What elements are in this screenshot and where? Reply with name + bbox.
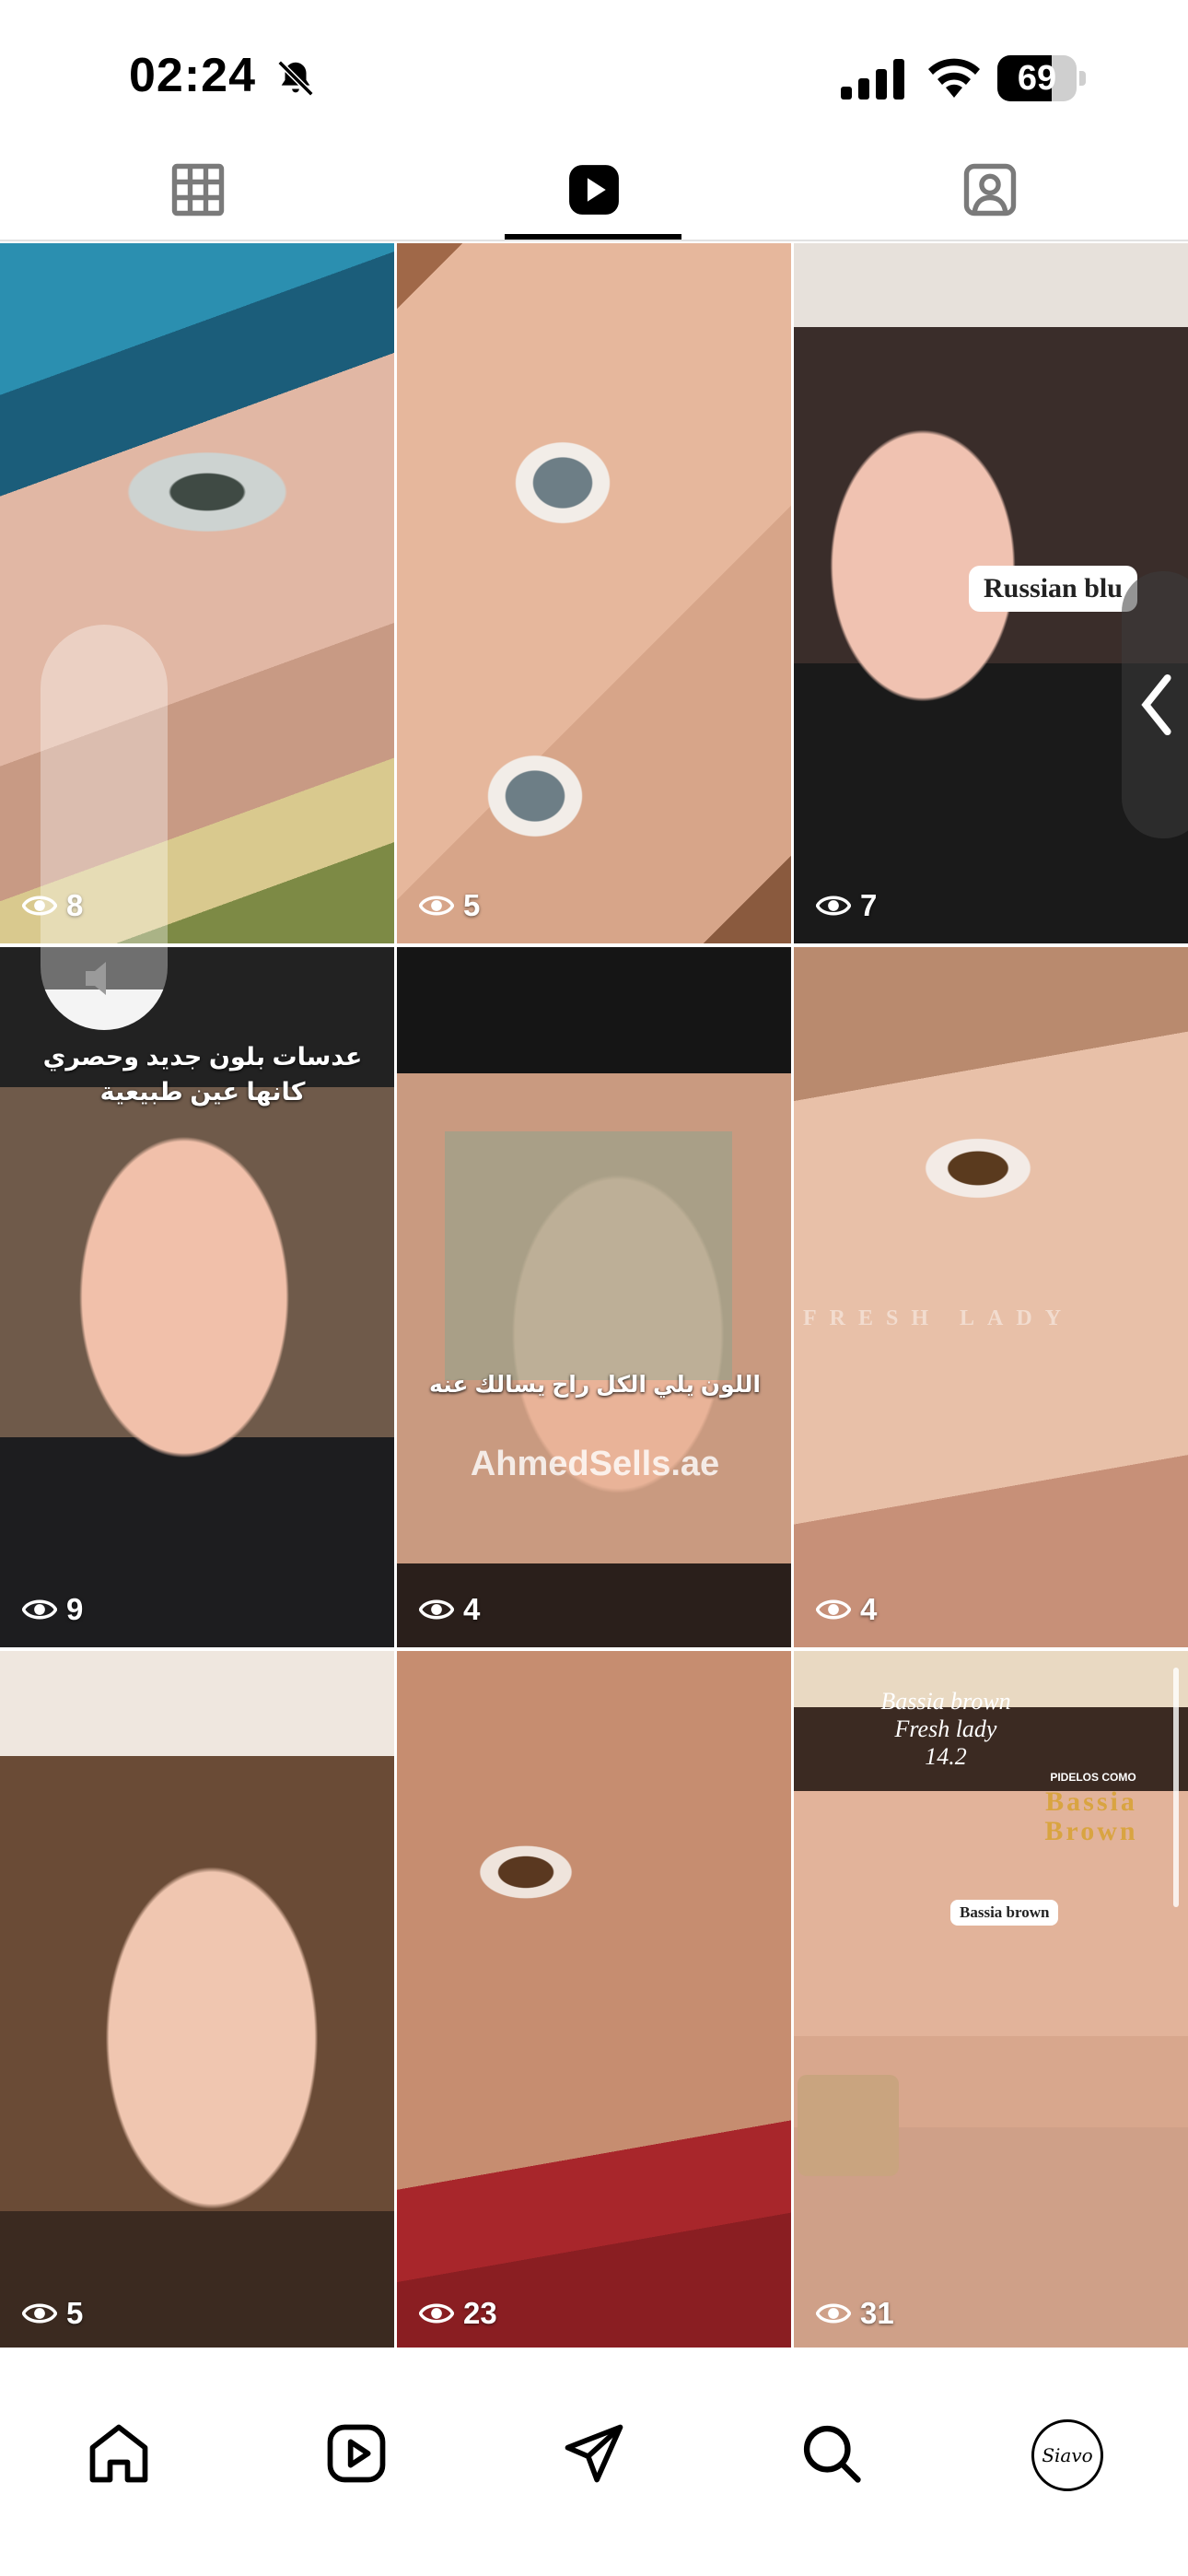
nav-messages[interactable]: [553, 2412, 635, 2495]
view-count: 23: [419, 2296, 497, 2331]
view-count: 9: [22, 1592, 83, 1627]
reels-icon: [569, 165, 619, 215]
search-icon: [803, 2425, 861, 2483]
battery-indicator: 69: [997, 55, 1086, 101]
battery-cap: [1079, 71, 1086, 86]
view-count-value: 5: [463, 888, 481, 922]
eye-icon: [419, 1599, 454, 1620]
reel-caption: Bassia brown Fresh lady 14.2: [831, 1688, 1061, 1771]
view-count: 5: [22, 2296, 83, 2331]
reel-caption: اللون يلي الكل راح يسالك عنه: [429, 1372, 761, 1398]
reel-tile[interactable]: 5: [397, 243, 791, 943]
view-count: 7: [816, 888, 877, 923]
reel-tile[interactable]: Bassia brown Fresh lady 14.2 PIDELOS COM…: [794, 1651, 1188, 2351]
reel-tile[interactable]: 5: [0, 1651, 394, 2351]
view-count: 31: [816, 2296, 894, 2331]
nav-reels[interactable]: [315, 2412, 398, 2495]
reel-thumbnail: [0, 1651, 394, 2351]
eye-icon: [22, 2303, 57, 2324]
view-count: 5: [419, 888, 480, 923]
bell-muted-icon: [277, 60, 314, 97]
reel-tile[interactable]: FRESH LADY 4: [794, 947, 1188, 1647]
reels-grid: 8 5 Russian blu 7 عدسات بلون جديد وحصري …: [0, 243, 1188, 2351]
nav-profile-avatar[interactable]: Siavo: [1031, 2419, 1103, 2491]
clock: 02:24: [129, 49, 256, 102]
status-bar: 02:24 69: [0, 0, 1188, 138]
view-count-value: 4: [860, 1592, 878, 1626]
brand-name: Bassia Brown: [1013, 1787, 1170, 1846]
watermark-text: AhmedSells.ae: [470, 1445, 720, 1483]
caption-line: عدسات بلون جديد وحصري: [42, 1043, 363, 1071]
eye-icon: [22, 1599, 57, 1620]
tab-tagged[interactable]: [792, 138, 1188, 241]
edge-panel-handle[interactable]: [1122, 571, 1188, 838]
caption-line: 14.2: [925, 1743, 967, 1770]
brand-line: Bassia: [1045, 1786, 1137, 1817]
profile-tabs: [0, 138, 1188, 241]
tab-grid[interactable]: [0, 138, 396, 241]
view-count: 4: [816, 1592, 877, 1627]
view-count: 4: [419, 1592, 480, 1627]
battery-percent: 69: [1017, 59, 1057, 98]
reel-tile[interactable]: عدسات بلون جديد وحصري كانها عين طبيعية 9: [0, 947, 394, 1647]
bottom-nav: Siavo: [0, 2348, 1188, 2576]
reel-thumbnail: [794, 947, 1188, 1647]
reels-icon: [327, 2424, 386, 2483]
reel-thumbnail: [397, 1651, 791, 2351]
reel-thumbnail: [397, 243, 791, 943]
tab-reels[interactable]: [396, 138, 792, 241]
view-count-value: 23: [463, 2296, 497, 2330]
view-count-value: 31: [860, 2296, 894, 2330]
eye-icon: [816, 896, 851, 916]
view-count-value: 7: [860, 888, 878, 922]
eye-icon: [419, 896, 454, 916]
lens-product-image: [798, 2075, 899, 2176]
reel-tile[interactable]: اللون يلي الكل راح يسالك عنه AhmedSells.…: [397, 947, 791, 1647]
caption-chip: Russian blu: [969, 566, 1137, 612]
speaker-icon: [86, 962, 106, 995]
watermark-logo: [445, 1131, 732, 1380]
reel-caption: عدسات بلون جديد وحصري كانها عين طبيعية: [18, 1039, 387, 1109]
view-count-value: 5: [66, 2296, 84, 2330]
send-icon: [565, 2424, 623, 2483]
caption-line: Bassia brown: [880, 1688, 1011, 1715]
wifi-icon: [928, 58, 980, 98]
tabs-divider: [0, 240, 1188, 241]
reel-tile[interactable]: 23: [397, 1651, 791, 2351]
brand-line: Brown: [1044, 1816, 1138, 1846]
grid-icon: [171, 163, 225, 217]
avatar-text: Siavo: [1042, 2444, 1093, 2466]
view-count-value: 4: [463, 1592, 481, 1626]
nav-search[interactable]: [790, 2412, 873, 2495]
eye-icon: [816, 1599, 851, 1620]
caption-chip: Bassia brown: [950, 1900, 1059, 1926]
volume-slider[interactable]: [41, 625, 168, 1030]
cellular-signal-icon: [841, 59, 904, 100]
caption-line: كانها عين طبيعية: [99, 1078, 306, 1106]
battery-body: 69: [997, 55, 1077, 101]
caption-line: Fresh lady: [894, 1715, 997, 1742]
eye-icon: [816, 2303, 851, 2324]
watermark-text: FRESH LADY: [803, 1306, 1075, 1330]
tagged-icon: [963, 163, 1017, 217]
nav-home[interactable]: [77, 2412, 160, 2495]
caption-small: PIDELOS COMO: [1050, 1771, 1136, 1784]
scrollbar[interactable]: [1173, 1668, 1179, 1907]
chevron-left-icon: [1141, 673, 1171, 736]
eye-icon: [419, 2303, 454, 2324]
view-count-value: 9: [66, 1592, 84, 1626]
home-icon: [89, 2424, 148, 2483]
